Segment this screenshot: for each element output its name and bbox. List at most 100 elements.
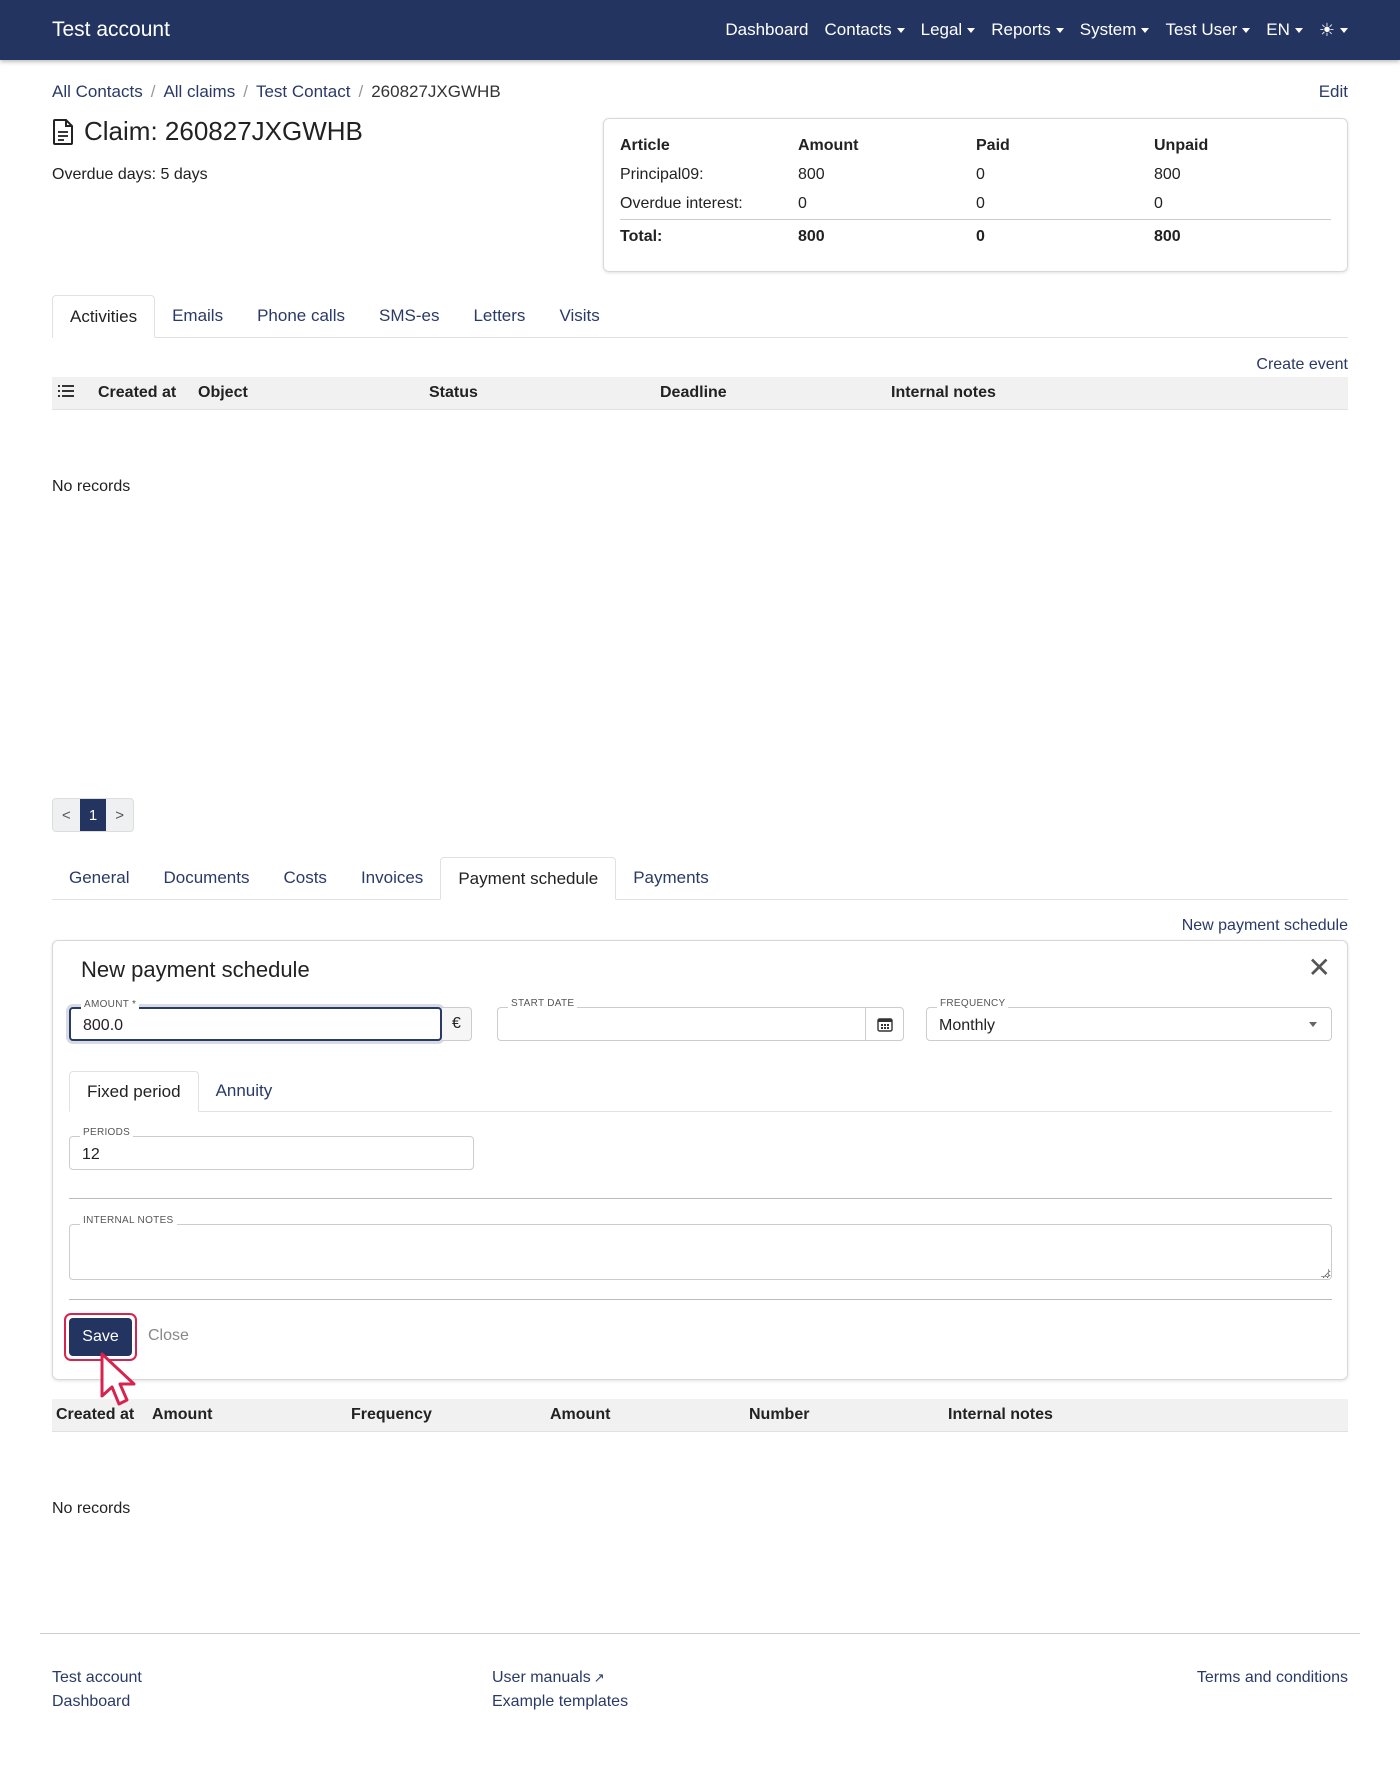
column-object[interactable]: Object	[198, 384, 429, 402]
summary-total-cell: 800	[1154, 219, 1331, 252]
create-event-row: Create event	[52, 356, 1348, 374]
summary-header-row: Article Amount Paid Unpaid	[620, 133, 1331, 161]
new-payment-schedule-link[interactable]: New payment schedule	[1182, 917, 1348, 934]
tab-letters[interactable]: Letters	[456, 295, 542, 337]
start-date-field-wrapper: START DATE	[497, 998, 904, 1041]
column-status[interactable]: Status	[429, 384, 660, 402]
claim-summary-card: Article Amount Paid Unpaid Principal09: …	[603, 118, 1348, 272]
list-icon-svg	[58, 384, 74, 397]
create-event-link[interactable]: Create event	[1256, 356, 1348, 373]
nav-user[interactable]: Test User	[1165, 20, 1251, 40]
nav-language-label: EN	[1266, 20, 1290, 39]
breadcrumb-test-contact[interactable]: Test Contact	[256, 82, 351, 104]
amount-input[interactable]	[71, 1009, 440, 1039]
footer-col-2: User manuals ↗ Example templates	[492, 1666, 932, 1714]
column-created-at[interactable]: Created at	[98, 384, 198, 402]
footer-dashboard-link[interactable]: Dashboard	[52, 1693, 130, 1710]
footer-col-1: Test account Dashboard	[52, 1666, 492, 1714]
caret-down-icon	[967, 27, 976, 33]
pagination-page-1[interactable]: 1	[79, 799, 107, 831]
nav-menu: Dashboard Contacts Legal Reports System …	[725, 20, 1348, 41]
nav-dashboard[interactable]: Dashboard	[725, 20, 808, 40]
summary-row: Overdue interest: 0 0 0	[620, 190, 1331, 220]
activity-tabs: Activities Emails Phone calls SMS-es Let…	[52, 295, 1348, 338]
summary-row: Principal09: 800 0 800	[620, 161, 1331, 190]
summary-cell: 0	[798, 195, 807, 212]
breadcrumb-all-contacts[interactable]: All Contacts	[52, 82, 143, 104]
internal-notes-textarea[interactable]	[70, 1225, 1331, 1279]
claim-title-text: Claim: 260827JXGWHB	[84, 116, 363, 146]
start-date-input[interactable]	[498, 1008, 903, 1040]
column-amount[interactable]: Amount	[152, 1406, 351, 1424]
periods-field-wrapper: PERIODS	[69, 1127, 474, 1170]
column-internal-notes[interactable]: Internal notes	[948, 1406, 1053, 1424]
summary-header: Paid	[976, 137, 1010, 154]
brand-link[interactable]: Test account	[52, 18, 170, 42]
nav-legal[interactable]: Legal	[921, 20, 976, 40]
tab-fixed-period[interactable]: Fixed period	[69, 1071, 199, 1112]
form-divider	[69, 1198, 1332, 1199]
breadcrumb-current: 260827JXGWHB	[371, 82, 501, 101]
summary-total-row: Total: 800 0 800	[620, 219, 1331, 252]
nav-reports[interactable]: Reports	[991, 20, 1064, 40]
tab-invoices[interactable]: Invoices	[344, 857, 440, 899]
pagination-next[interactable]: >	[106, 799, 133, 831]
calendar-icon[interactable]	[865, 1008, 903, 1040]
caret-down-icon	[1242, 27, 1251, 33]
footer-user-manuals-link[interactable]: User manuals ↗	[492, 1669, 605, 1686]
form-divider	[69, 1299, 1332, 1300]
footer-terms-link[interactable]: Terms and conditions	[1197, 1669, 1348, 1686]
pagination-prev[interactable]: <	[53, 799, 80, 831]
save-button[interactable]: Save	[69, 1318, 132, 1356]
periods-label: PERIODS	[80, 1127, 134, 1138]
caret-down-icon	[1294, 27, 1303, 33]
column-number[interactable]: Number	[749, 1406, 948, 1424]
calendar-icon-svg	[876, 1017, 893, 1032]
frequency-value: Monthly	[939, 1017, 996, 1034]
tab-payment-schedule[interactable]: Payment schedule	[440, 857, 617, 900]
breadcrumb-all-claims[interactable]: All claims	[163, 82, 235, 104]
tab-sms[interactable]: SMS-es	[362, 295, 456, 337]
caret-down-icon	[1055, 27, 1064, 33]
summary-header: Article	[620, 137, 670, 154]
close-button[interactable]: Close	[148, 1327, 189, 1345]
tab-visits[interactable]: Visits	[542, 295, 616, 337]
breadcrumb-separator: /	[150, 82, 156, 101]
tab-annuity[interactable]: Annuity	[199, 1071, 290, 1111]
column-deadline[interactable]: Deadline	[660, 384, 891, 402]
internal-notes-label: INTERNAL NOTES	[80, 1215, 177, 1226]
breadcrumb: All Contacts / All claims / Test Contact / …	[52, 82, 501, 104]
nav-contacts[interactable]: Contacts	[825, 20, 905, 40]
edit-link[interactable]: Edit	[1319, 82, 1348, 104]
caret-down-icon	[896, 27, 905, 33]
tab-documents[interactable]: Documents	[146, 857, 266, 899]
close-icon[interactable]: ✕	[1308, 951, 1331, 984]
tab-phone-calls[interactable]: Phone calls	[240, 295, 362, 337]
breadcrumb-separator: /	[243, 82, 248, 101]
tab-general[interactable]: General	[52, 857, 146, 899]
nav-user-label: Test User	[1165, 20, 1238, 39]
tab-payments[interactable]: Payments	[616, 857, 726, 899]
frequency-select[interactable]: FREQUENCY Monthly	[926, 998, 1332, 1041]
resize-handle-icon[interactable]	[1321, 1269, 1329, 1277]
periods-input[interactable]	[70, 1137, 473, 1169]
claim-tabs: General Documents Costs Invoices Payment…	[52, 857, 1348, 900]
nav-theme[interactable]: ☀	[1319, 20, 1348, 41]
nav-legal-label: Legal	[920, 20, 963, 39]
tab-activities[interactable]: Activities	[52, 295, 156, 338]
column-internal-notes[interactable]: Internal notes	[891, 384, 996, 402]
nav-language[interactable]: EN	[1266, 20, 1303, 40]
mouse-pointer-icon	[100, 1352, 136, 1406]
tab-emails[interactable]: Emails	[155, 295, 240, 337]
list-icon[interactable]	[52, 384, 98, 403]
column-installment-amount[interactable]: Amount	[550, 1406, 749, 1424]
footer-divider	[40, 1633, 1360, 1634]
footer-example-templates-link[interactable]: Example templates	[492, 1693, 628, 1710]
column-frequency[interactable]: Frequency	[351, 1406, 550, 1424]
top-navbar: Test account Dashboard Contacts Legal Re…	[0, 0, 1400, 60]
footer-test-account-link[interactable]: Test account	[52, 1669, 142, 1686]
summary-cell: 0	[976, 195, 985, 212]
form-title: New payment schedule	[81, 957, 310, 982]
nav-system[interactable]: System	[1080, 20, 1150, 40]
tab-costs[interactable]: Costs	[266, 857, 343, 899]
